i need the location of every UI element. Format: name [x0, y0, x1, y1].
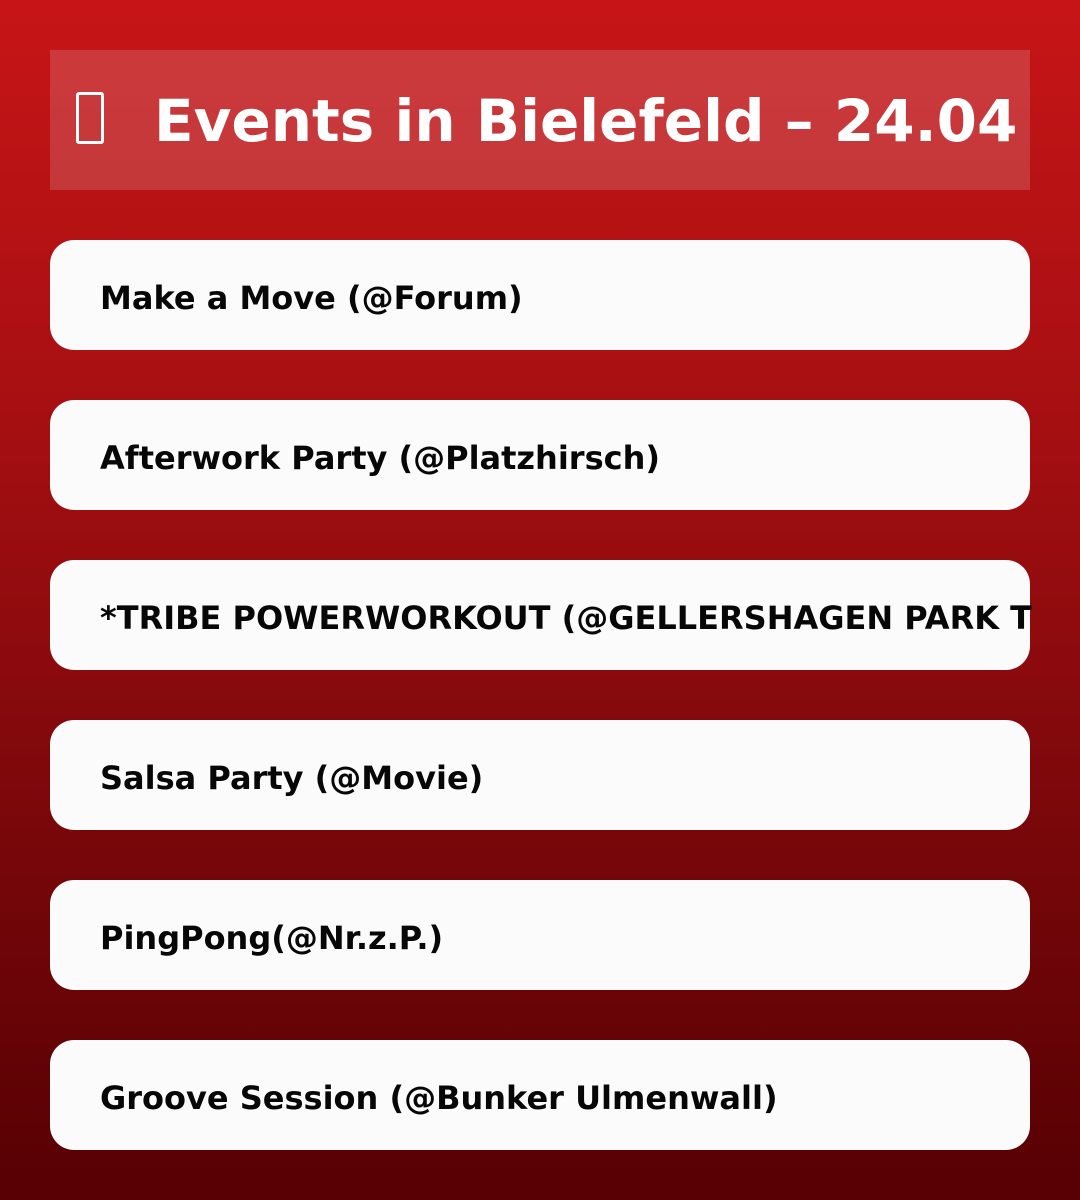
event-card-salsa-party[interactable]: Salsa Party (@Movie)	[50, 720, 1030, 830]
event-title: PingPong(@Nr.z.P.)	[100, 919, 444, 957]
event-list: Make a Move (@Forum) Afterwork Party (@P…	[0, 0, 1080, 1200]
event-card-afterwork-party[interactable]: Afterwork Party (@Platzhirsch)	[50, 400, 1030, 510]
event-title: *TRIBE POWERWORKOUT (@GELLERSHAGEN PARK …	[100, 599, 1032, 637]
event-card-groove-session[interactable]: Groove Session (@Bunker Ulmenwall)	[50, 1040, 1030, 1150]
event-card-tribe-powerworkout[interactable]: *TRIBE POWERWORKOUT (@GELLERSHAGEN PARK …	[50, 560, 1032, 670]
event-title: Make a Move (@Forum)	[100, 279, 523, 317]
event-card-make-a-move[interactable]: Make a Move (@Forum)	[50, 240, 1030, 350]
event-title: Groove Session (@Bunker Ulmenwall)	[100, 1079, 778, 1117]
event-title: Afterwork Party (@Platzhirsch)	[100, 439, 660, 477]
event-card-pingpong[interactable]: PingPong(@Nr.z.P.)	[50, 880, 1030, 990]
event-title: Salsa Party (@Movie)	[100, 759, 484, 797]
